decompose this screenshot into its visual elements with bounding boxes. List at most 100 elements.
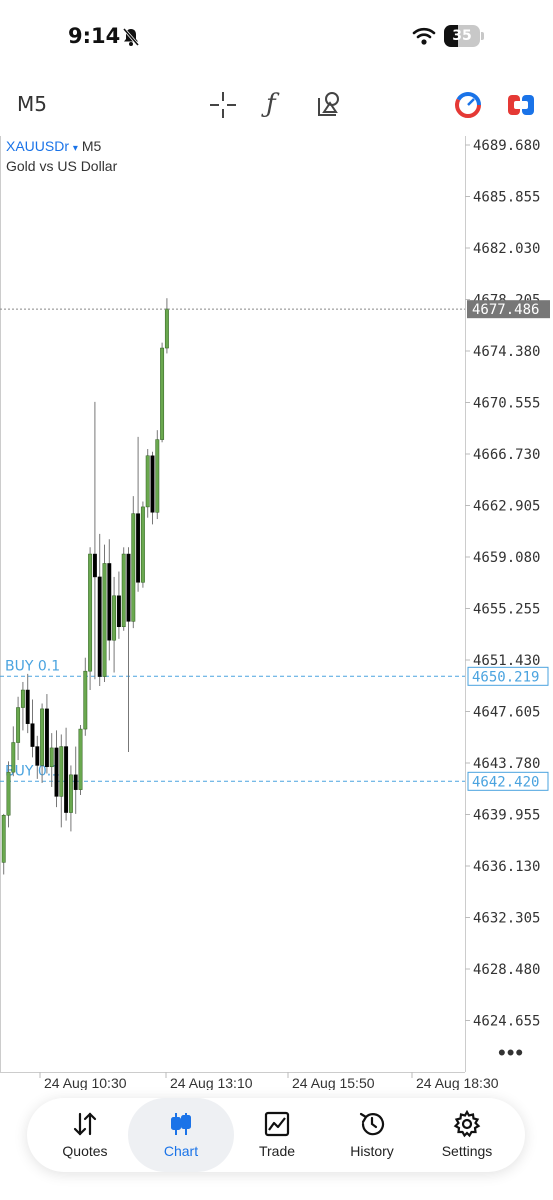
battery-icon: 35 bbox=[444, 25, 480, 47]
candle-body-bear bbox=[30, 723, 35, 747]
candle bbox=[97, 533, 102, 686]
candle bbox=[140, 501, 145, 588]
time-axis-label: 24 Aug 13:10 bbox=[170, 1075, 253, 1090]
candle-body-bull bbox=[16, 707, 21, 743]
candle bbox=[164, 298, 169, 354]
price-axis-label: 4655.255 bbox=[473, 602, 540, 618]
timeframe-selector[interactable]: M5 bbox=[17, 92, 47, 116]
candle-body-bear bbox=[35, 746, 40, 766]
price-axis-label: 4685.855 bbox=[473, 190, 540, 206]
symbol-dropdown-arrow[interactable]: ▾ bbox=[73, 143, 78, 154]
candle bbox=[92, 401, 97, 680]
price-axis-label: 4647.605 bbox=[473, 705, 540, 721]
price-axis-label: 4682.030 bbox=[473, 241, 540, 257]
candle-body-bear bbox=[64, 746, 69, 813]
candle-body-bull bbox=[6, 771, 11, 816]
chart-symbol-header[interactable]: XAUUSDr ▾ M5 bbox=[6, 138, 101, 154]
gear-icon bbox=[453, 1110, 481, 1138]
price-axis-label: 4636.130 bbox=[473, 859, 540, 875]
time-axis-label: 24 Aug 18:30 bbox=[416, 1075, 499, 1090]
candle-body-bull bbox=[40, 708, 45, 766]
candle bbox=[64, 727, 69, 821]
candle-body-bear bbox=[136, 513, 141, 583]
price-axis-label: 4689.680 bbox=[473, 138, 540, 154]
candle-body-bull bbox=[1, 814, 6, 863]
candle-body-bear bbox=[116, 595, 121, 627]
order-label[interactable]: BUY 0.1 bbox=[5, 658, 60, 674]
symbol-description: Gold vs US Dollar bbox=[6, 158, 118, 174]
symbol-name[interactable]: XAUUSDr bbox=[6, 138, 69, 154]
candle bbox=[145, 449, 150, 518]
candle bbox=[160, 342, 165, 443]
bell-slash-icon bbox=[122, 28, 140, 46]
tab-settings[interactable]: Settings bbox=[419, 1098, 515, 1172]
candle-body-bull bbox=[11, 742, 16, 773]
candle bbox=[88, 547, 93, 691]
tab-trade[interactable]: Trade bbox=[229, 1098, 325, 1172]
status-time: 9:14 bbox=[68, 24, 121, 48]
tab-chart[interactable]: Chart bbox=[128, 1098, 234, 1172]
candle-body-bull bbox=[164, 308, 169, 349]
candle bbox=[131, 496, 136, 629]
tab-settings-label: Settings bbox=[441, 1143, 493, 1159]
candle bbox=[116, 571, 121, 639]
candle-body-bull bbox=[20, 689, 25, 708]
quotes-icon bbox=[73, 1112, 97, 1136]
candle-body-bull bbox=[112, 595, 117, 641]
one-click-trading-icon[interactable] bbox=[454, 91, 482, 119]
candle-body-bull bbox=[59, 746, 64, 797]
objects-icon[interactable] bbox=[316, 90, 344, 118]
tab-trade-label: Trade bbox=[258, 1143, 296, 1159]
price-axis-label: 4639.955 bbox=[473, 808, 540, 824]
candle-body-bear bbox=[126, 553, 131, 622]
candle bbox=[11, 726, 16, 777]
candle bbox=[68, 765, 73, 832]
trade-chart-icon bbox=[264, 1111, 290, 1137]
current-price-label: 4677.486 bbox=[472, 302, 539, 318]
price-axis-label: 4674.380 bbox=[473, 344, 540, 360]
candle-body-bear bbox=[107, 563, 112, 641]
function-icon[interactable]: ƒ bbox=[266, 89, 276, 119]
time-axis-label: 24 Aug 10:30 bbox=[44, 1075, 127, 1090]
candle-body-bull bbox=[68, 774, 73, 813]
candle bbox=[121, 547, 126, 631]
price-axis-label: 4662.905 bbox=[473, 499, 540, 515]
tab-history-label: History bbox=[350, 1143, 394, 1159]
candle-body-bull bbox=[131, 513, 136, 622]
tab-history[interactable]: History bbox=[324, 1098, 420, 1172]
candle-body-bear bbox=[92, 553, 97, 578]
price-axis-label: 4628.480 bbox=[473, 962, 540, 978]
candle bbox=[83, 657, 88, 736]
candles-icon bbox=[171, 1113, 191, 1135]
candle bbox=[59, 734, 64, 828]
candle bbox=[112, 576, 117, 673]
candle-body-bull bbox=[155, 439, 160, 513]
candle bbox=[30, 699, 35, 758]
candle-body-bull bbox=[88, 553, 93, 672]
battery-percent: 35 bbox=[452, 28, 472, 44]
price-axis-label: 4659.080 bbox=[473, 550, 540, 566]
candle bbox=[107, 539, 112, 661]
time-axis-label: 24 Aug 15:50 bbox=[292, 1075, 375, 1090]
candle-body-bull bbox=[49, 747, 54, 768]
candle bbox=[126, 547, 131, 752]
trade-panel-icon[interactable] bbox=[507, 93, 535, 117]
candle bbox=[16, 696, 21, 761]
more-dots-icon[interactable]: ••• bbox=[498, 1040, 524, 1066]
price-axis-label: 4670.555 bbox=[473, 396, 540, 412]
candle-body-bear bbox=[97, 576, 102, 677]
candle bbox=[155, 430, 160, 520]
crosshair-icon[interactable] bbox=[209, 91, 237, 119]
price-axis-label: 4624.655 bbox=[473, 1014, 540, 1030]
price-chart[interactable]: 4689.6804685.8554682.0304678.2054674.380… bbox=[0, 130, 553, 1090]
candle bbox=[20, 681, 25, 731]
candle bbox=[78, 725, 83, 796]
candle-body-bear bbox=[73, 774, 78, 790]
candle-body-bull bbox=[145, 455, 150, 508]
price-axis-label: 4632.305 bbox=[473, 911, 540, 927]
tab-quotes[interactable]: Quotes bbox=[37, 1098, 133, 1172]
candle-body-bull bbox=[140, 506, 145, 583]
candle-body-bull bbox=[83, 670, 88, 730]
candle bbox=[102, 544, 107, 682]
price-axis-label: 4651.430 bbox=[473, 653, 540, 669]
